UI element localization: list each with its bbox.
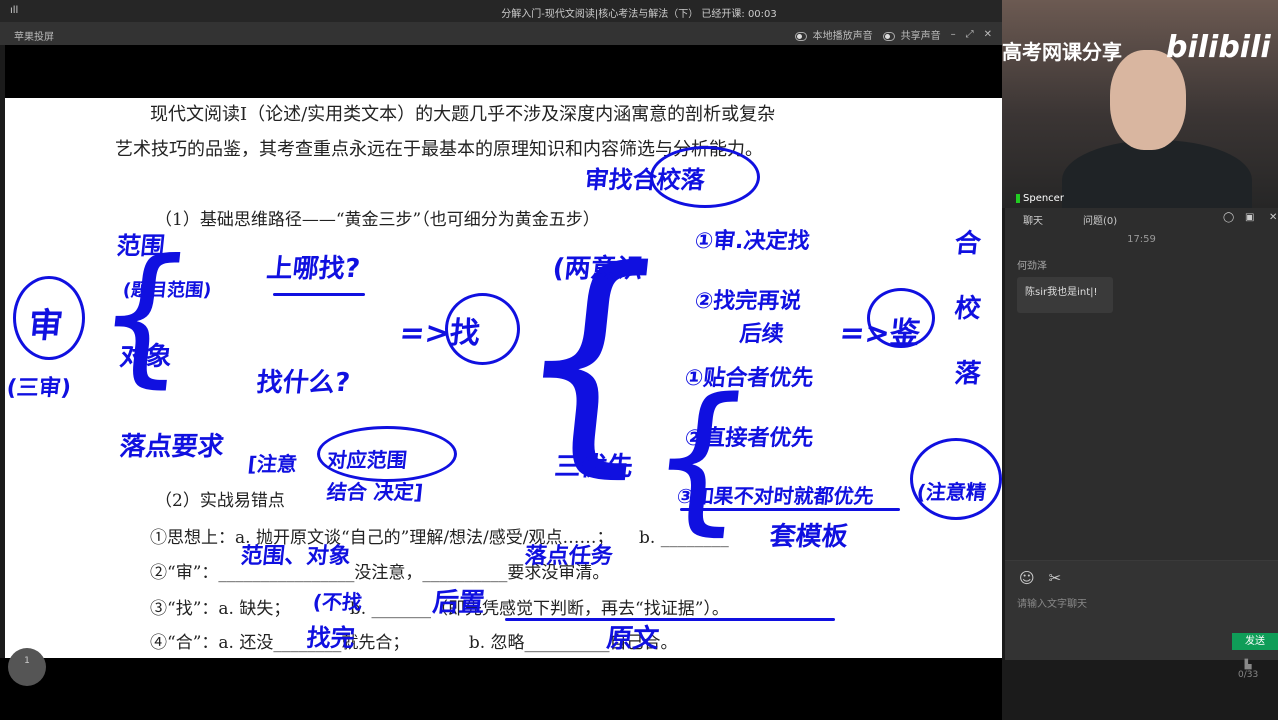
annotation-underline bbox=[680, 508, 900, 511]
share-expand-button[interactable]: ⤢ bbox=[966, 29, 974, 40]
annotation: 后置 bbox=[431, 588, 487, 618]
tab-questions[interactable]: 问题(0) bbox=[1083, 212, 1117, 227]
annotation: (不找 bbox=[311, 590, 364, 614]
floating-tool-label: 1 bbox=[24, 656, 30, 666]
annotation: 对应范围 bbox=[325, 448, 409, 472]
letterbox-top bbox=[5, 45, 1002, 98]
message-sender: 何劲泽 bbox=[1017, 261, 1047, 272]
annotation-underline bbox=[505, 618, 835, 621]
page-icon: ▙ bbox=[1244, 660, 1252, 670]
share-audio-toggle[interactable]: 共享声音 bbox=[882, 27, 941, 42]
toggle-icon bbox=[794, 31, 807, 41]
doc-heading: （2）实战易错点 bbox=[155, 491, 285, 511]
annotation: ①审.决定找 bbox=[693, 229, 812, 254]
annotation: 审 bbox=[26, 306, 65, 346]
screen-share-bar: 苹果投屏 本地播放声音 共享声音 – ⤢ ✕ bbox=[0, 22, 1002, 45]
annotation: 校 bbox=[953, 294, 983, 324]
page-counter[interactable]: ▙ 0/33 bbox=[1238, 660, 1258, 680]
annotation: 套模板 bbox=[768, 522, 850, 552]
share-audio-label: 共享声音 bbox=[900, 31, 941, 42]
tab-chat[interactable]: 聊天 bbox=[1023, 212, 1043, 227]
page-counter-label: 0/33 bbox=[1238, 670, 1259, 680]
speaker-name: Spencer bbox=[1016, 193, 1064, 204]
bubble-icon[interactable]: ◯ bbox=[1223, 212, 1234, 223]
annotation-circle bbox=[867, 288, 935, 348]
local-audio-toggle[interactable]: 本地播放声音 bbox=[794, 27, 873, 42]
send-button[interactable]: 发送 bbox=[1232, 633, 1278, 650]
annotation-brace: { bbox=[640, 363, 762, 550]
chat-timestamp: 17:59 bbox=[1127, 234, 1156, 245]
annotation: 合 bbox=[953, 229, 983, 259]
annotation: 落 bbox=[953, 359, 983, 389]
video-person-body bbox=[1062, 140, 1252, 208]
chat-input[interactable]: 请输入文字聊天 bbox=[1017, 595, 1087, 610]
annotation: (注意精 bbox=[915, 480, 988, 504]
bilibili-logo: bilibili bbox=[1166, 30, 1271, 65]
annotation: [注意 bbox=[246, 452, 299, 476]
chat-input-area: ☺ ✂ 请输入文字聊天 发送 bbox=[1005, 560, 1278, 660]
watermark-text: 高考网课分享 bbox=[1002, 40, 1122, 64]
annotation: (三审) bbox=[5, 376, 73, 401]
doc-paragraph-line: 现代文阅读Ⅰ（论述/实用类文本）的大题几乎不涉及深度内涵寓意的剖析或复杂 bbox=[150, 104, 776, 125]
annotation: 上哪找? bbox=[265, 254, 362, 284]
close-chat-icon[interactable]: ✕ bbox=[1269, 212, 1277, 223]
annotation: 原文 bbox=[605, 624, 661, 654]
annotation: (两意识 bbox=[551, 254, 645, 284]
share-source-name: 苹果投屏 bbox=[14, 32, 54, 43]
annotation-brace: { bbox=[87, 228, 202, 402]
annotation: ②找完再说 bbox=[693, 289, 803, 314]
annotation-circle bbox=[445, 293, 520, 365]
annotation: 落点要求 bbox=[118, 432, 226, 462]
annotation-circle bbox=[650, 146, 760, 208]
toggle-icon bbox=[882, 31, 895, 41]
annotation: 结合 决定] bbox=[325, 480, 425, 504]
teacher-video: 高考网课分享 bilibili Spencer bbox=[1002, 0, 1278, 208]
annotation: 找什么? bbox=[255, 368, 352, 398]
annotation: 后续 bbox=[738, 322, 786, 347]
annotation: 三优先 bbox=[553, 452, 635, 482]
share-close-button[interactable]: ✕ bbox=[984, 29, 992, 40]
share-minimize-button[interactable]: – bbox=[951, 29, 956, 40]
floating-tool-button[interactable]: 1 bbox=[8, 648, 46, 686]
popout-icon[interactable]: ▣ bbox=[1245, 212, 1254, 223]
annotation: 落点任务 bbox=[523, 544, 615, 569]
emoji-icon[interactable]: ☺ bbox=[1019, 569, 1035, 587]
doc-item: ④“合”：a. 还没________就先合； b. 忽略__________自己… bbox=[150, 633, 678, 653]
shared-document: 现代文阅读Ⅰ（论述/实用类文本）的大题几乎不涉及深度内涵寓意的剖析或复杂 艺术技… bbox=[5, 98, 1002, 658]
annotation-underline bbox=[273, 293, 365, 296]
scissors-icon[interactable]: ✂ bbox=[1049, 569, 1062, 587]
chat-panel: 聊天 问题(0) ◯ ▣ ✕ 17:59 何劲泽 陈sir我也是int|! ☺ … bbox=[1002, 208, 1278, 660]
annotation: 对象 bbox=[118, 342, 174, 372]
annotation: 范围、对象 bbox=[239, 544, 353, 569]
local-audio-label: 本地播放声音 bbox=[812, 31, 873, 42]
video-person-face bbox=[1110, 50, 1186, 150]
message-bubble: 陈sir我也是int|! bbox=[1017, 277, 1113, 313]
letterbox-bottom bbox=[0, 658, 1002, 720]
annotation: 找完 bbox=[305, 624, 357, 652]
